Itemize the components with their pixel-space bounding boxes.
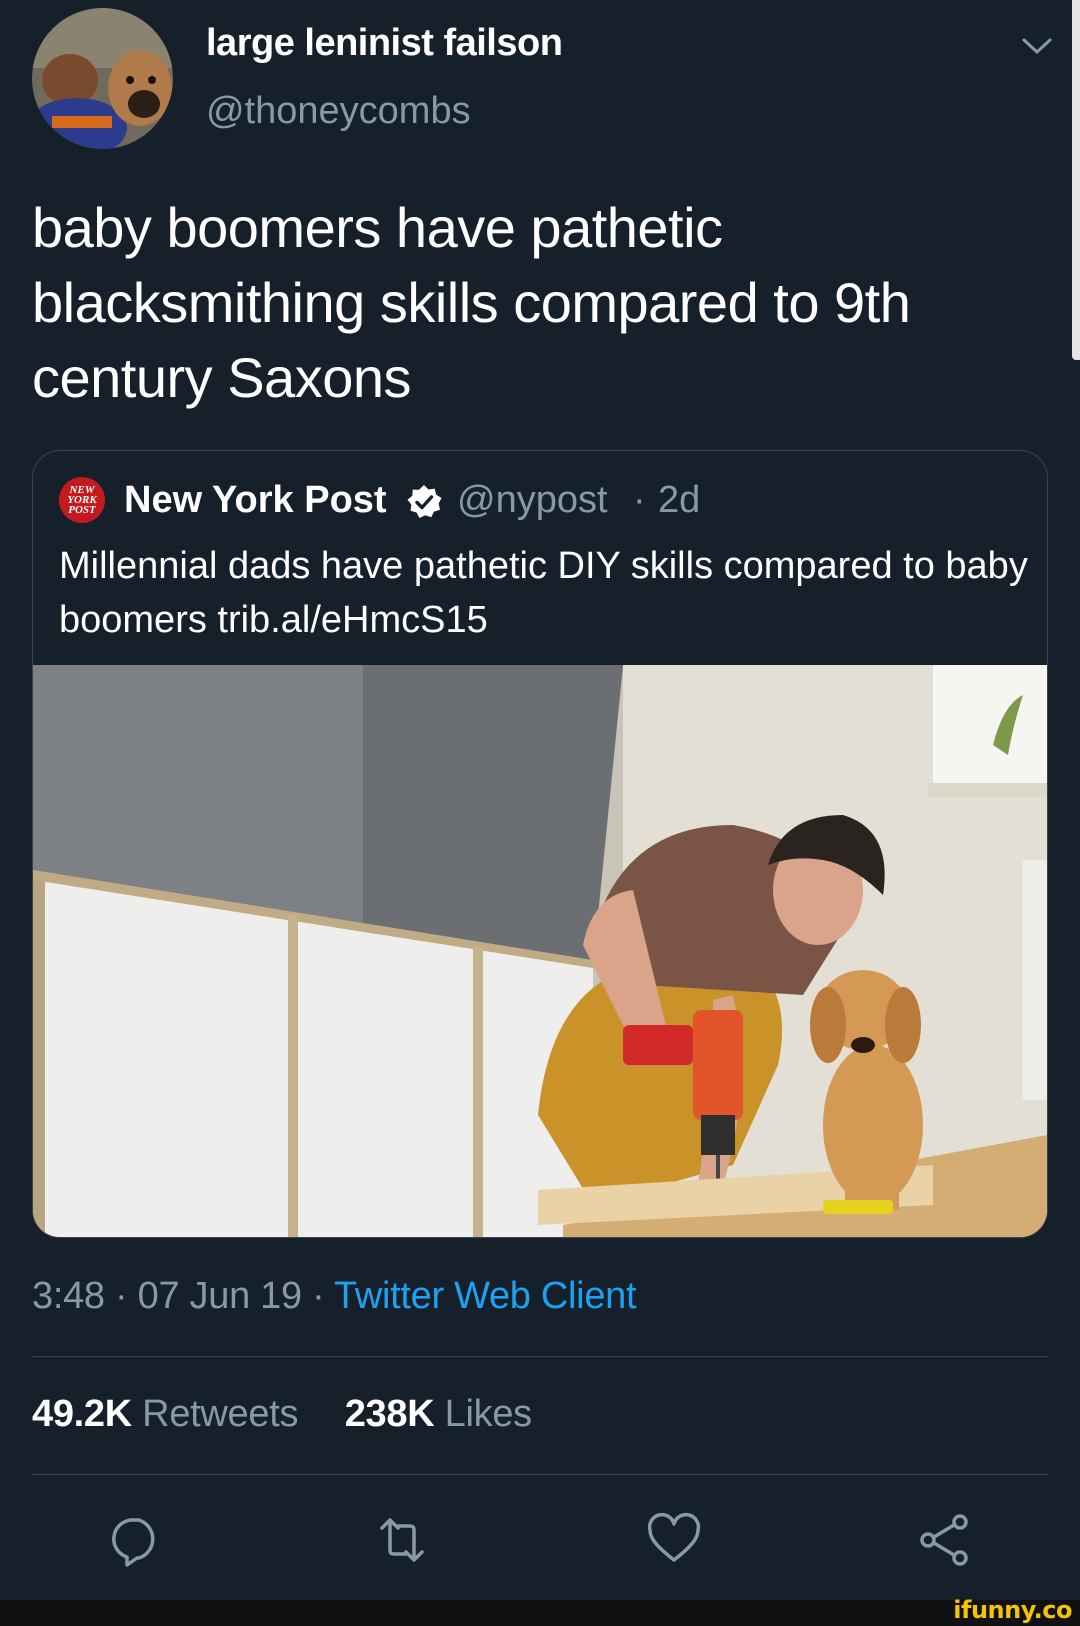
likes-count: 238K xyxy=(344,1393,435,1435)
tweet-text: baby boomers have pathetic blacksmithing… xyxy=(32,196,911,409)
retweets-label: Retweets xyxy=(142,1393,299,1435)
verified-badge-icon xyxy=(407,485,442,518)
user-handle[interactable]: @thoneycombs xyxy=(206,90,471,133)
watermark-bar: ifunny.co xyxy=(0,1596,1080,1626)
divider xyxy=(32,1356,1048,1357)
quoted-media-image[interactable] xyxy=(33,665,1047,1237)
quoted-handle: @nypost xyxy=(457,479,608,521)
nypost-logo-text: NEW YORK POST xyxy=(67,484,97,516)
ifunny-watermark: ifunny.co xyxy=(953,1596,1072,1624)
quoted-tweet[interactable]: NEW YORK POST New York Post @nypost · 2d… xyxy=(32,450,1048,1238)
tweet-timestamp: 3:48 · 07 Jun 19 · xyxy=(32,1275,335,1317)
chevron-down-icon[interactable] xyxy=(1020,34,1054,58)
retweets-stat[interactable]: 49.2K Retweets xyxy=(32,1393,298,1435)
divider xyxy=(32,1474,1048,1475)
quoted-display-name: New York Post xyxy=(124,479,387,521)
retweet-icon[interactable] xyxy=(374,1512,430,1568)
tweet-source-link[interactable]: Twitter Web Client xyxy=(334,1275,637,1317)
share-icon[interactable] xyxy=(916,1512,972,1568)
likes-label: Likes xyxy=(444,1393,533,1435)
quoted-text: Millennial dads have pathetic DIY skills… xyxy=(59,545,1028,641)
heart-icon[interactable] xyxy=(646,1512,702,1568)
reply-icon[interactable] xyxy=(107,1512,163,1568)
quoted-time: 2d xyxy=(658,479,701,521)
display-name[interactable]: large leninist failson xyxy=(206,22,563,65)
retweets-count: 49.2K xyxy=(32,1393,132,1435)
tweet-stats: 49.2K Retweets 238K Likes xyxy=(32,1393,532,1436)
avatar[interactable] xyxy=(32,8,173,149)
tweet-meta: 3:48 · 07 Jun 19 · Twitter Web Client xyxy=(32,1275,637,1318)
scrollbar[interactable] xyxy=(1072,0,1080,360)
nypost-logo-icon: NEW YORK POST xyxy=(59,477,105,523)
quoted-separator: · xyxy=(633,479,646,521)
avatar-image xyxy=(32,8,173,149)
likes-stat[interactable]: 238K Likes xyxy=(345,1393,532,1435)
